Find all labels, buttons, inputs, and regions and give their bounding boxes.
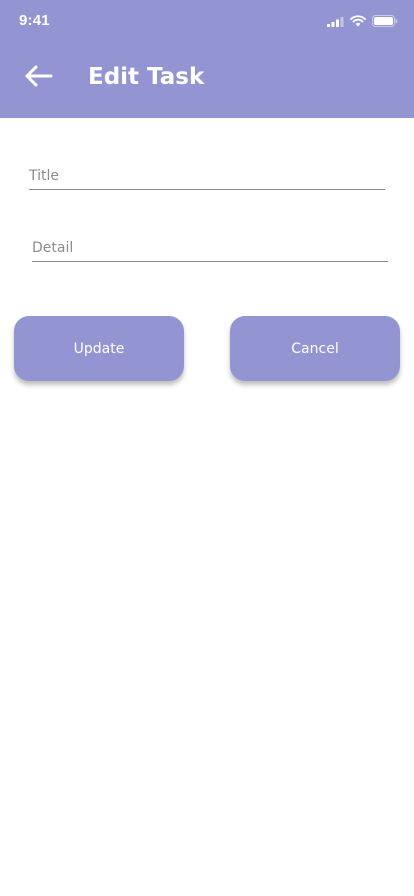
cellular-signal-icon — [327, 16, 344, 27]
cancel-button-label: Cancel — [291, 340, 339, 357]
battery-icon — [372, 15, 398, 27]
status-time: 9:41 — [19, 12, 50, 29]
wifi-icon — [350, 15, 366, 27]
update-button[interactable]: Update — [14, 316, 184, 381]
detail-field[interactable] — [32, 235, 388, 262]
arrow-left-icon — [23, 64, 53, 92]
title-field[interactable] — [29, 163, 385, 190]
app-header: 9:41 Edit Task — [0, 0, 414, 118]
update-button-label: Update — [73, 340, 125, 357]
title-input[interactable] — [29, 163, 385, 189]
edit-task-screen: 9:41 Edit Task Title Detail Update Cance… — [0, 0, 414, 896]
back-button[interactable] — [22, 62, 54, 94]
page-title: Edit Task — [88, 64, 205, 90]
detail-input[interactable] — [32, 235, 388, 261]
cancel-button[interactable]: Cancel — [230, 316, 400, 381]
status-icons — [327, 15, 398, 27]
